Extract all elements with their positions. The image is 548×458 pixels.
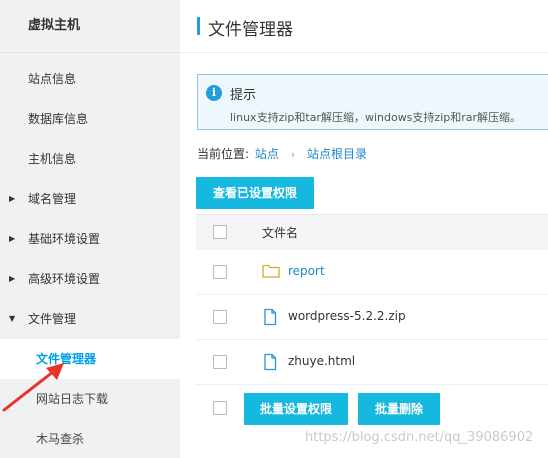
sidebar-item-label: 文件管理 (28, 312, 77, 326)
sidebar-item-label: 基础环境设置 (28, 232, 101, 246)
tip-text: linux支持zip和tar解压缩，windows支持zip和rar解压缩。 (230, 111, 522, 124)
sidebar-item-host-info[interactable]: 主机信息 (0, 139, 180, 179)
caret-right-icon: ▶ (9, 194, 16, 203)
batch-delete-button[interactable]: 批量删除 (358, 393, 440, 425)
file-icon (264, 308, 277, 326)
view-permissions-button[interactable]: 查看已设置权限 (196, 177, 314, 209)
batch-set-permissions-button[interactable]: 批量设置权限 (244, 393, 348, 425)
sidebar-item-file-management[interactable]: ▼ 文件管理 (0, 299, 180, 339)
sidebar-divider (0, 52, 180, 53)
table-header: 文件名 (196, 214, 548, 250)
caret-right-icon: ▶ (9, 234, 16, 243)
sidebar-item-label: 木马查杀 (36, 432, 85, 446)
watermark: https://blog.csdn.net/qq_39086902 (305, 430, 534, 445)
table-row: zhuye.html (196, 340, 548, 385)
breadcrumb-link-root[interactable]: 站点根目录 (307, 147, 367, 161)
sidebar-item-database-info[interactable]: 数据库信息 (0, 99, 180, 139)
breadcrumb-label: 当前位置: (197, 147, 250, 161)
file-name-link[interactable]: zhuye.html (288, 354, 355, 368)
page-title: 文件管理器 (208, 20, 293, 40)
sidebar-item-label: 主机信息 (28, 152, 77, 166)
sidebar-item-domain-management[interactable]: ▶ 域名管理 (0, 179, 180, 219)
caret-down-icon: ▼ (9, 314, 16, 323)
table-row: wordpress-5.2.2.zip (196, 295, 548, 340)
annotation-arrow-icon (2, 363, 64, 412)
sidebar-item-label: 站点信息 (28, 72, 77, 86)
row-checkbox[interactable] (213, 310, 227, 324)
sidebar-item-label: 域名管理 (28, 192, 77, 206)
row-checkbox[interactable] (213, 355, 227, 369)
file-name-link[interactable]: wordpress-5.2.2.zip (288, 309, 406, 323)
title-accent-bar (197, 17, 200, 35)
select-all-checkbox[interactable] (213, 225, 227, 239)
breadcrumb-link-site[interactable]: 站点 (255, 147, 279, 161)
chevron-right-icon: › (290, 148, 296, 161)
info-icon: i (206, 85, 222, 101)
tip-box: i 提示 linux支持zip和tar解压缩，windows支持zip和rar解… (197, 74, 548, 130)
sidebar-item-advanced-env[interactable]: ▶ 高级环境设置 (0, 259, 180, 299)
sidebar-item-site-info[interactable]: 站点信息 (0, 59, 180, 99)
sidebar-title: 虚拟主机 (28, 18, 81, 33)
caret-right-icon: ▶ (9, 274, 16, 283)
table-row: report (196, 250, 548, 295)
row-checkbox[interactable] (213, 265, 227, 279)
sidebar-item-basic-env[interactable]: ▶ 基础环境设置 (0, 219, 180, 259)
sidebar-item-trojan-scan[interactable]: 木马查杀 (0, 419, 180, 458)
column-header-filename: 文件名 (262, 226, 299, 240)
sidebar-item-label: 数据库信息 (28, 112, 89, 126)
batch-select-checkbox[interactable] (213, 401, 227, 415)
file-icon (264, 353, 277, 371)
breadcrumb: 当前位置: 站点 › 站点根目录 (197, 145, 367, 162)
sidebar-item-label: 高级环境设置 (28, 272, 101, 286)
file-name-link[interactable]: report (288, 264, 325, 278)
folder-icon (262, 264, 280, 278)
tip-title: 提示 (230, 88, 257, 103)
header-divider (180, 52, 548, 53)
